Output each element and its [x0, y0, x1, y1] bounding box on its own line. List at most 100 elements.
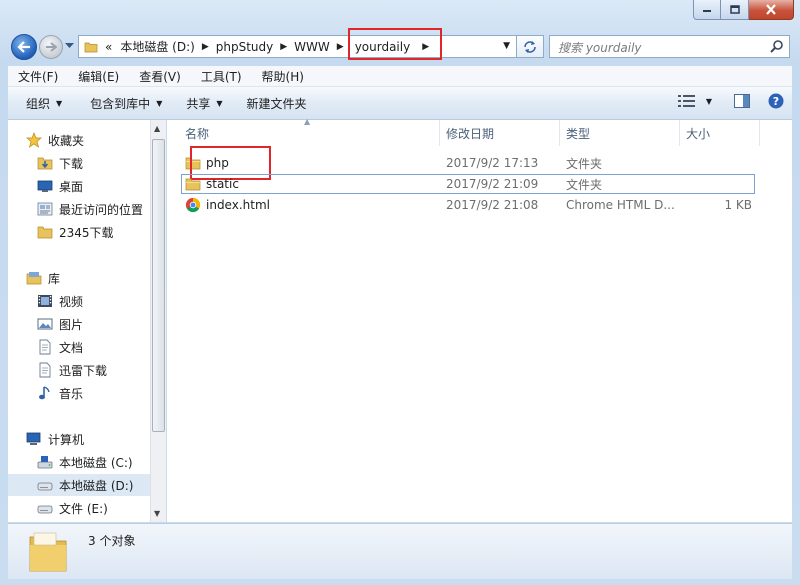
menu-tools[interactable]: 工具(T) — [191, 68, 252, 85]
table-row[interactable]: index.html 2017/9/2 21:08 Chrome HTML D.… — [181, 195, 755, 215]
search-input[interactable] — [556, 37, 770, 58]
nav-item-desktop[interactable]: 桌面 — [37, 175, 83, 197]
nav-item-documents[interactable]: 文档 — [37, 336, 83, 358]
help-icon[interactable]: ? — [768, 93, 784, 109]
preview-pane-icon[interactable] — [734, 94, 750, 108]
navigation-bar: « 本地磁盘 (D:) ▶ phpStudy ▶ WWW ▶ yourdaily… — [0, 28, 800, 62]
picture-icon — [37, 316, 53, 332]
menu-help[interactable]: 帮助(H) — [252, 68, 314, 85]
view-controls: ▼ ? — [677, 93, 784, 109]
close-button[interactable] — [749, 0, 794, 20]
menu-edit[interactable]: 编辑(E) — [68, 68, 129, 85]
nav-item-label: 图片 — [59, 317, 84, 332]
minimize-icon — [703, 9, 711, 12]
minimize-button[interactable] — [693, 0, 721, 20]
command-bar: 组织 ▼ 包含到库中 ▼ 共享 ▼ 新建文件夹 ▼ ? — [8, 87, 792, 120]
nav-item-thunder-downloads[interactable]: 迅雷下载 — [37, 359, 107, 381]
nav-item-downloads[interactable]: 下载 — [37, 152, 83, 174]
breadcrumb-yourdaily[interactable]: yourdaily — [347, 40, 415, 54]
organize-label: 组织 — [26, 96, 51, 111]
caption-buttons — [693, 0, 794, 20]
view-options-icon[interactable] — [677, 94, 696, 108]
nav-item-label: 桌面 — [59, 179, 84, 194]
navigation-pane: 收藏夹 下载 桌面 最近访问的位置 2345下载 库 视频 图片 文档 迅雷下载… — [8, 120, 150, 522]
nav-item-music[interactable]: 音乐 — [37, 382, 83, 404]
breadcrumb-separator-icon[interactable]: ▶ — [414, 42, 432, 52]
nav-item-drive-d[interactable]: 本地磁盘 (D:) — [8, 474, 150, 496]
desktop-icon — [37, 178, 53, 194]
nav-item-label: 文件 (E:) — [59, 501, 108, 516]
folder-icon — [185, 176, 201, 192]
nav-item-label: 本地磁盘 (D:) — [59, 478, 134, 493]
nav-libraries-label: 库 — [48, 271, 61, 286]
search-icon[interactable] — [770, 39, 784, 53]
column-header-name[interactable]: 名称 — [179, 120, 440, 146]
back-button[interactable] — [11, 34, 37, 60]
table-row[interactable]: static 2017/9/2 21:09 文件夹 — [181, 174, 755, 194]
chrome-icon — [185, 197, 201, 213]
nav-item-drive-c[interactable]: 本地磁盘 (C:) — [37, 451, 133, 473]
nav-item-videos[interactable]: 视频 — [37, 290, 83, 312]
nav-item-label: 文档 — [59, 340, 84, 355]
share-label: 共享 — [186, 96, 211, 111]
scrollbar-thumb[interactable] — [152, 139, 165, 432]
menu-file[interactable]: 文件(F) — [8, 68, 68, 85]
nav-item-recent-places[interactable]: 最近访问的位置 — [37, 198, 143, 220]
drive-icon — [37, 500, 53, 516]
star-icon — [26, 132, 42, 148]
maximize-button[interactable] — [721, 0, 749, 20]
address-dropdown-icon[interactable]: ▼ — [503, 41, 510, 51]
scroll-down-icon[interactable]: ▼ — [154, 509, 160, 518]
file-date: 2017/9/2 21:08 — [446, 198, 539, 212]
nav-favorites-label: 收藏夹 — [48, 133, 85, 148]
nav-item-drive-e[interactable]: 文件 (E:) — [37, 497, 108, 519]
arrow-left-icon — [17, 41, 30, 53]
nav-item-label: 2345下载 — [59, 225, 114, 240]
new-folder-button[interactable]: 新建文件夹 — [237, 95, 317, 112]
column-header-size[interactable]: 大小 — [680, 120, 760, 146]
forward-button[interactable] — [39, 35, 63, 59]
nav-item-label: 音乐 — [59, 386, 84, 401]
details-pane: 3 个对象 — [8, 523, 792, 579]
breadcrumb-separator-icon[interactable]: ▶ — [277, 42, 290, 52]
breadcrumb-separator-icon[interactable]: ▶ — [334, 42, 347, 52]
breadcrumb-phpstudy[interactable]: phpStudy — [212, 40, 278, 54]
nav-item-pictures[interactable]: 图片 — [37, 313, 83, 335]
breadcrumb-www[interactable]: WWW — [290, 40, 334, 54]
address-overflow[interactable]: « — [101, 40, 116, 54]
column-size-label: 大小 — [686, 126, 711, 141]
nav-computer[interactable]: 计算机 — [26, 428, 84, 450]
search-box[interactable] — [549, 35, 790, 58]
name-cell: static — [185, 174, 239, 194]
nav-libraries[interactable]: 库 — [26, 267, 60, 289]
view-dropdown-icon[interactable]: ▼ — [706, 97, 712, 106]
organize-button[interactable]: 组织 ▼ — [16, 95, 72, 112]
file-size: 1 KB — [724, 198, 752, 212]
table-row[interactable]: php 2017/9/2 17:13 文件夹 — [181, 153, 755, 173]
item-count: 3 个对象 — [88, 534, 136, 548]
explorer-window: « 本地磁盘 (D:) ▶ phpStudy ▶ WWW ▶ yourdaily… — [0, 0, 800, 585]
column-header-type[interactable]: 类型 — [560, 120, 680, 146]
document-icon — [37, 339, 53, 355]
dropdown-arrow-icon: ▼ — [56, 98, 63, 108]
recent-places-icon — [37, 201, 53, 217]
recent-pages-icon[interactable] — [65, 43, 74, 49]
share-button[interactable]: 共享 ▼ — [176, 95, 232, 112]
include-in-library-button[interactable]: 包含到库中 ▼ — [80, 95, 172, 112]
column-header-date[interactable]: 修改日期 — [440, 120, 560, 146]
file-type: 文件夹 — [566, 156, 603, 171]
nav-scrollbar[interactable]: ▲ ▼ — [150, 120, 166, 522]
breadcrumb-separator-icon[interactable]: ▶ — [199, 42, 212, 52]
breadcrumb-drive-d[interactable]: 本地磁盘 (D:) — [116, 38, 198, 55]
nav-item-2345-downloads[interactable]: 2345下载 — [37, 221, 114, 243]
scroll-up-icon[interactable]: ▲ — [154, 124, 160, 133]
downloads-folder-icon — [37, 155, 53, 171]
nav-item-label: 迅雷下载 — [59, 363, 108, 378]
nav-favorites[interactable]: 收藏夹 — [26, 129, 84, 151]
library-icon — [26, 270, 42, 286]
music-icon — [37, 385, 53, 401]
menu-view[interactable]: 查看(V) — [129, 68, 191, 85]
address-bar[interactable]: « 本地磁盘 (D:) ▶ phpStudy ▶ WWW ▶ yourdaily… — [78, 35, 517, 58]
refresh-button[interactable] — [517, 35, 544, 58]
new-folder-label: 新建文件夹 — [246, 96, 307, 111]
